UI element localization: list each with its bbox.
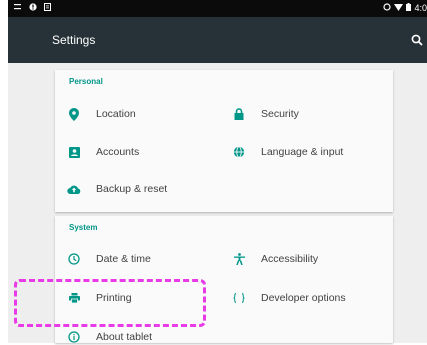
settings-item-label: Location <box>96 108 136 120</box>
settings-item-label: Security <box>261 108 299 120</box>
settings-item-developer[interactable]: Developer options <box>231 290 346 306</box>
status-bar: 4:0 <box>8 0 427 17</box>
notification-icon <box>14 3 22 13</box>
sync-icon <box>383 3 392 13</box>
clipboard-icon <box>44 3 51 13</box>
battery-icon <box>406 3 412 13</box>
search-icon[interactable] <box>411 33 423 46</box>
settings-item-printing[interactable]: Printing <box>66 290 132 306</box>
settings-item-backup[interactable]: Backup & reset <box>66 181 167 197</box>
account-box-icon <box>66 144 82 160</box>
settings-item-label: Accounts <box>96 146 140 158</box>
page-title: Settings <box>52 33 96 47</box>
settings-item-label: Developer options <box>261 292 346 304</box>
settings-item-security[interactable]: Security <box>231 106 299 122</box>
settings-item-location[interactable]: Location <box>66 106 136 122</box>
printer-icon <box>66 290 82 306</box>
location-pin-icon <box>66 106 82 122</box>
lock-icon <box>231 106 247 122</box>
clock-icon <box>66 251 82 267</box>
accessibility-icon <box>231 251 247 267</box>
alert-icon <box>29 3 37 13</box>
settings-item-label: Language & input <box>261 146 344 158</box>
settings-item-label: Printing <box>96 292 132 304</box>
settings-item-label: Date & time <box>96 253 151 265</box>
clock: 4:0 <box>414 3 427 13</box>
globe-icon <box>231 144 247 160</box>
personal-section-card: Personal Location Security Accounts Lang… <box>55 70 393 212</box>
code-braces-icon <box>231 290 247 306</box>
section-title-personal: Personal <box>69 77 103 86</box>
wifi-icon <box>394 3 404 13</box>
system-section-card: System Date & time Accessibility Printin… <box>55 216 393 343</box>
settings-item-label: About tablet <box>96 331 153 343</box>
section-title-system: System <box>69 223 98 232</box>
settings-item-accounts[interactable]: Accounts <box>66 144 139 160</box>
settings-item-language[interactable]: Language & input <box>231 144 343 160</box>
cloud-upload-icon <box>66 181 82 197</box>
settings-item-label: Accessibility <box>261 253 319 265</box>
settings-item-datetime[interactable]: Date & time <box>66 251 151 267</box>
app-toolbar: Settings <box>8 17 427 63</box>
settings-item-accessibility[interactable]: Accessibility <box>231 251 318 267</box>
settings-item-label: Backup & reset <box>96 183 168 195</box>
